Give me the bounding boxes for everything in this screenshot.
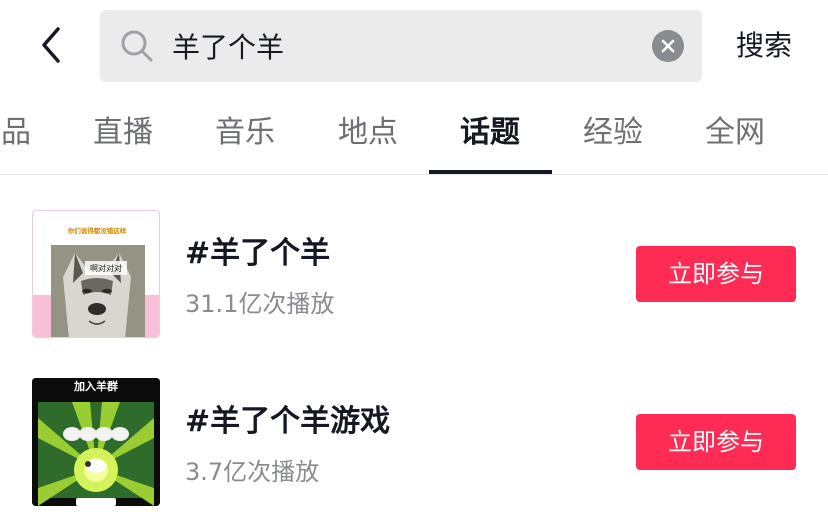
thumb-bubble-text: 啊对对对 — [90, 263, 122, 273]
join-topic-button[interactable]: 立即参与 — [636, 414, 796, 470]
chevron-left-icon — [42, 27, 60, 63]
active-tab-indicator — [429, 170, 552, 174]
tab-music[interactable]: 音乐 — [206, 92, 284, 174]
topic-play-count: 3.7亿次播放 — [185, 458, 320, 486]
sheep-game-image: 加入羊群 — [32, 378, 160, 506]
tab-topics[interactable]: 话题 — [451, 92, 529, 174]
search-bar[interactable] — [100, 10, 702, 82]
thumb-caption-text: 加入羊群 — [73, 379, 118, 393]
clear-search-button[interactable] — [652, 30, 684, 62]
tab-experience[interactable]: 经验 — [574, 92, 652, 174]
tab-all-web[interactable]: 全网 — [696, 92, 774, 174]
topic-title[interactable]: #羊了个羊 — [185, 228, 330, 272]
join-topic-button[interactable]: 立即参与 — [636, 246, 796, 302]
topic-play-count: 31.1亿次播放 — [185, 290, 335, 318]
search-icon — [121, 30, 153, 62]
topic-thumbnail: 加入羊群 — [32, 378, 160, 506]
tab-live[interactable]: 直播 — [84, 92, 162, 174]
search-category-tabs: 品 直播 音乐 地点 话题 经验 全网 — [0, 92, 828, 175]
topic-thumbnail: 啊对对对 你们说得都没错这样 — [32, 210, 160, 338]
back-button[interactable] — [26, 20, 76, 70]
search-input[interactable] — [172, 10, 642, 82]
husky-meme-image: 啊对对对 你们说得都没错这样 — [33, 211, 159, 337]
topic-row[interactable]: 啊对对对 你们说得都没错这样 #羊了个羊 31.1亿次播放 立即参与 — [0, 210, 828, 338]
search-submit-button[interactable]: 搜索 — [722, 20, 806, 72]
tab-places[interactable]: 地点 — [329, 92, 407, 174]
thumb-caption-text: 你们说得都没错这样 — [67, 226, 127, 235]
tab-products[interactable]: 品 — [0, 92, 38, 174]
search-header: 搜索 — [0, 0, 828, 92]
topic-row[interactable]: 加入羊群 #羊了个羊游戏 3.7亿次播放 立即参与 — [0, 378, 828, 506]
topic-title[interactable]: #羊了个羊游戏 — [185, 396, 390, 440]
clear-icon — [661, 39, 675, 53]
